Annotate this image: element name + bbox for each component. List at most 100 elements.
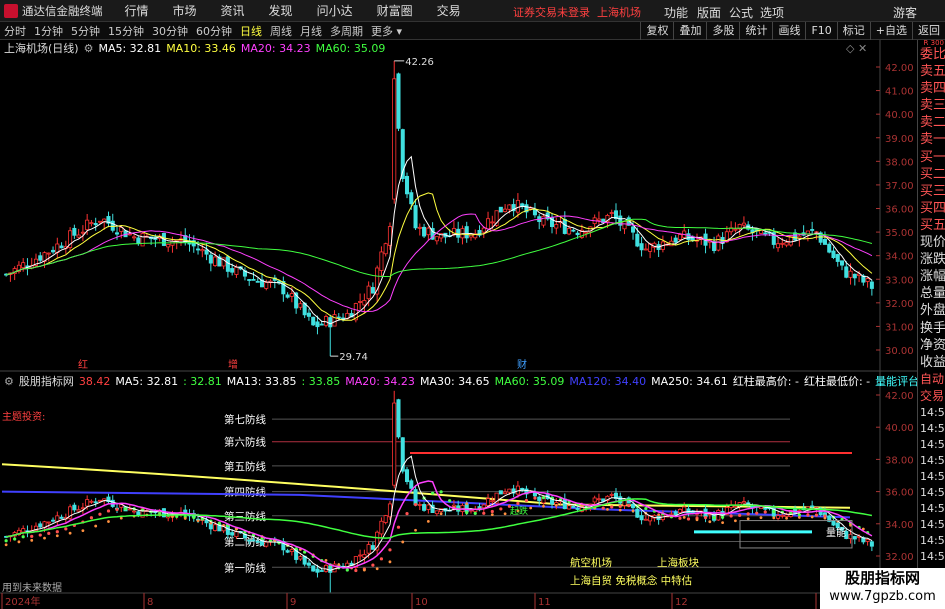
candle-body <box>464 226 469 239</box>
panel-label-17: 净资 <box>920 337 945 353</box>
gear-icon[interactable]: ⚙ <box>84 42 94 55</box>
sub-candle-body <box>869 541 874 547</box>
tool-4[interactable]: 画线 <box>772 22 805 40</box>
period-3[interactable]: 15分钟 <box>104 23 148 39</box>
dotted-ma30-point <box>823 516 827 520</box>
chart-controls[interactable]: ◇ ✕ <box>846 42 867 55</box>
candle-body <box>80 231 85 234</box>
sub-candle-body <box>264 541 269 547</box>
menu-bar: 通达信金融终端 行情 市场 资讯 发现 问小达 财富圈 交易 证券交易未登录 上… <box>0 0 945 22</box>
sub-value-9: MA250: 34.61 <box>651 374 728 388</box>
dotted-ma-point <box>601 506 605 510</box>
diamond-icon[interactable]: ◇ <box>846 42 854 55</box>
period-10[interactable]: 更多 ▾ <box>367 23 406 39</box>
candle-body <box>631 226 636 233</box>
sub-candle-body <box>686 508 691 514</box>
tool-7[interactable]: +自选 <box>869 22 912 40</box>
candle-body <box>869 281 874 289</box>
tool-2[interactable]: 多股 <box>706 22 739 40</box>
sub-candle-body <box>404 469 410 483</box>
dotted-ma30-point <box>68 531 72 535</box>
period-7[interactable]: 周线 <box>266 23 296 39</box>
period-1[interactable]: 1分钟 <box>30 23 67 39</box>
tool-5[interactable]: F10 <box>805 22 836 40</box>
menu-quote[interactable]: 行情 <box>125 2 149 19</box>
event-marker: 增 <box>228 358 238 371</box>
menu-market[interactable]: 市场 <box>173 2 197 19</box>
candle-body <box>635 233 640 247</box>
menu-function[interactable]: 功能 <box>664 4 688 21</box>
period-6[interactable]: 日线 <box>236 23 266 39</box>
period-5[interactable]: 60分钟 <box>192 23 236 39</box>
candle-body <box>596 218 601 221</box>
dotted-ma-point <box>678 516 682 520</box>
panel-time-6: 14:56 <box>920 501 945 515</box>
panel-tab-0[interactable]: 自动 <box>918 371 945 388</box>
period-9[interactable]: 多周期 <box>326 23 367 39</box>
period-4[interactable]: 30分钟 <box>148 23 192 39</box>
sub-candle-body <box>328 565 333 573</box>
candle-body <box>328 317 333 328</box>
dotted-ma-point <box>371 563 375 567</box>
sub-candle-body <box>51 519 56 522</box>
main-ytick-label: 42.00 <box>885 63 914 74</box>
dotted-ma30-point <box>606 507 609 511</box>
tool-6[interactable]: 标记 <box>836 22 870 40</box>
main-ytick-label: 41.00 <box>885 87 914 98</box>
sub-candle-body <box>315 568 320 573</box>
dotted-ma30-point <box>746 517 750 521</box>
dotted-ma30-point <box>542 504 545 508</box>
sub-value-3: MA13: 33.85 <box>226 374 297 388</box>
menu-wealth[interactable]: 财富圈 <box>377 2 413 19</box>
chart-canvas[interactable]: 42.00 41.00 40.00 39.00 38.00 37.00 36.00 35.00… <box>0 40 917 609</box>
tool-3[interactable]: 统计 <box>739 22 772 40</box>
period-0[interactable]: 分时 <box>0 23 30 39</box>
sub-value-8: MA120: 34.40 <box>569 374 647 388</box>
sub-candle-body <box>251 539 256 542</box>
dotted-ma-point <box>541 496 546 500</box>
candle-body <box>716 235 721 251</box>
sub-candle-body <box>213 524 218 531</box>
panel-label-0: 委比 <box>920 47 945 62</box>
menu-trade[interactable]: 交易 <box>437 2 461 19</box>
candle-body <box>776 243 781 249</box>
menu-layout[interactable]: 版面 <box>697 4 721 21</box>
menu-ask[interactable]: 问小达 <box>317 2 353 19</box>
dotted-ma-point <box>13 537 17 541</box>
sub-candle-body <box>486 498 491 506</box>
menu-discover[interactable]: 发现 <box>269 2 293 19</box>
menu-news[interactable]: 资讯 <box>221 2 245 19</box>
main-ytick-label: 36.00 <box>885 205 914 216</box>
panel-label-12: 涨跌 <box>920 252 945 268</box>
tool-0[interactable]: 复权 <box>640 22 673 40</box>
sub-candle-body <box>97 499 102 502</box>
candle-body <box>426 227 431 236</box>
sub-candle-body <box>370 545 375 550</box>
login-warning[interactable]: 证券交易未登录 上海机场 <box>513 4 641 20</box>
candle-body <box>21 262 26 269</box>
dotted-ma-point <box>465 511 469 515</box>
tool-8[interactable]: 返回 <box>912 22 945 40</box>
menu-options[interactable]: 选项 <box>760 4 784 21</box>
sub-candle-body <box>76 509 81 512</box>
dotted-ma30-point <box>414 528 417 532</box>
dotted-ma30-point <box>759 516 763 520</box>
gear-icon[interactable]: ⚙ <box>4 375 14 388</box>
panel-tab-1[interactable]: 交易 <box>918 388 945 405</box>
close-icon[interactable]: ✕ <box>858 42 867 55</box>
dotted-ma30-point <box>401 540 405 544</box>
panel-label-1: 卖五 <box>920 64 945 80</box>
dotted-ma-point <box>30 534 34 538</box>
menu-guest[interactable]: 游客 <box>893 4 917 21</box>
dotted-ma-point <box>106 509 111 513</box>
candle-body <box>831 250 836 258</box>
dotted-ma30-point <box>721 521 725 524</box>
dotted-ma30-point <box>785 516 788 520</box>
sub-candle-body <box>285 550 290 553</box>
menu-formula[interactable]: 公式 <box>729 4 753 21</box>
period-2[interactable]: 5分钟 <box>67 23 104 39</box>
tool-1[interactable]: 叠加 <box>673 22 706 40</box>
sub-candle-body <box>865 539 870 542</box>
dotted-ma-point <box>89 516 94 520</box>
period-8[interactable]: 月线 <box>296 23 326 39</box>
